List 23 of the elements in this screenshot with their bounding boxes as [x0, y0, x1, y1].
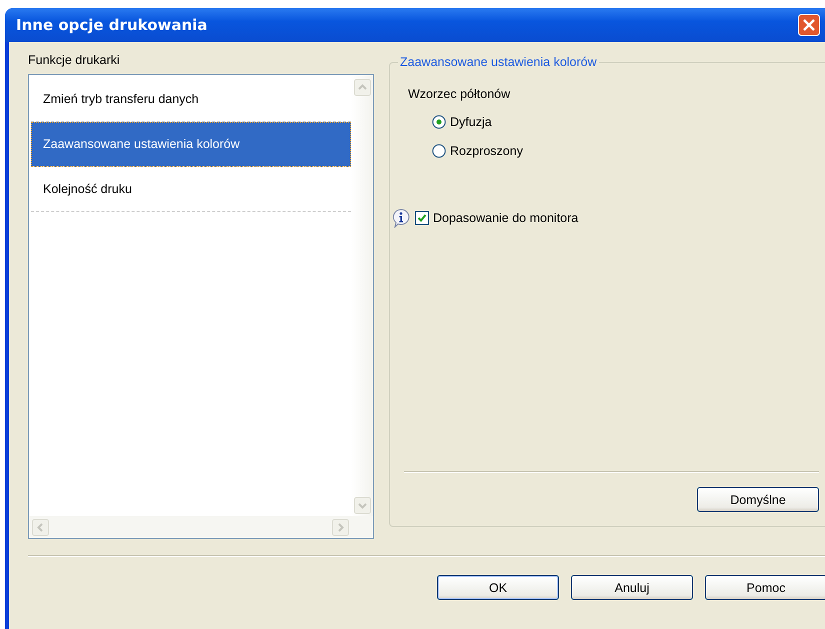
radio-icon[interactable]: [432, 144, 446, 158]
scroll-right-icon[interactable]: [332, 518, 349, 536]
dialog-button[interactable]: OK: [437, 575, 559, 600]
radio-option[interactable]: Rozproszony: [432, 144, 819, 158]
vertical-scrollbar[interactable]: [351, 75, 373, 516]
window-title: Inne opcje drukowania: [16, 16, 208, 34]
checkbox-option[interactable]: Dopasowanie do monitora: [415, 211, 578, 225]
horizontal-scrollbar[interactable]: [29, 516, 373, 538]
scroll-left-icon[interactable]: [32, 518, 49, 536]
group-title: Zaawansowane ustawienia kolorów: [398, 55, 599, 69]
close-icon[interactable]: [798, 14, 820, 36]
list-item[interactable]: Zaawansowane ustawienia kolorów: [31, 122, 351, 167]
dialog-button[interactable]: Anuluj: [571, 575, 693, 600]
scroll-down-icon[interactable]: [354, 497, 370, 514]
radio-icon[interactable]: [432, 115, 446, 129]
info-icon: [391, 208, 411, 228]
halftone-label: Wzorzec półtonów: [408, 87, 512, 101]
radio-option[interactable]: Dyfuzja: [432, 115, 819, 129]
section-label: Funkcje drukarki: [28, 52, 121, 69]
checkbox-icon[interactable]: [415, 211, 429, 225]
default-button[interactable]: Domyślne: [697, 487, 819, 512]
dialog-button[interactable]: Pomoc: [705, 575, 825, 600]
scroll-up-icon[interactable]: [354, 79, 370, 96]
